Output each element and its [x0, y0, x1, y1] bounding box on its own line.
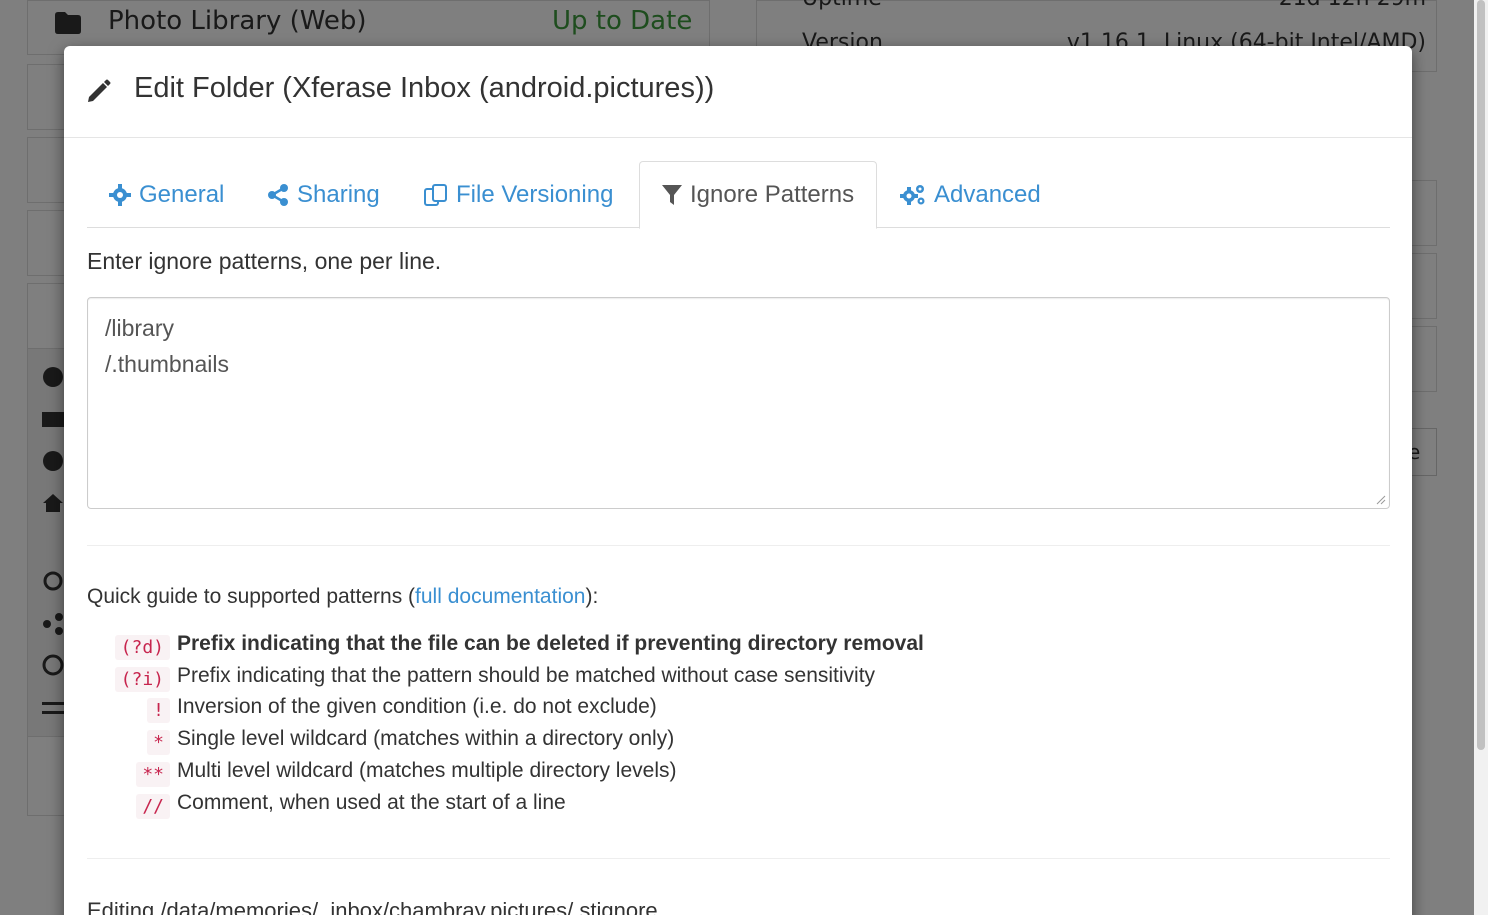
- pattern-code: !: [147, 698, 170, 723]
- guide-intro: Quick guide to supported patterns (full …: [87, 585, 598, 609]
- tab-general[interactable]: General: [87, 161, 246, 228]
- divider: [87, 545, 1390, 546]
- full-documentation-link[interactable]: full documentation: [415, 585, 585, 608]
- guide-row: // Comment, when used at the start of a …: [87, 791, 987, 823]
- gear-icon: [109, 183, 131, 206]
- tab-advanced[interactable]: Advanced: [878, 161, 1063, 228]
- guide-row: (?i) Prefix indicating that the pattern …: [87, 664, 987, 696]
- pattern-line: /.thumbnails: [105, 351, 230, 377]
- editing-file-path: Editing /data/memories/_inbox/chambray.p…: [87, 898, 658, 915]
- pattern-line: /library: [105, 315, 175, 341]
- tab-ignore-patterns[interactable]: Ignore Patterns: [639, 161, 878, 229]
- tab-sharing[interactable]: Sharing: [245, 161, 402, 228]
- pattern-code: **: [136, 762, 170, 787]
- gears-icon: [900, 184, 925, 205]
- scrollbar-thumb[interactable]: [1477, 0, 1485, 750]
- pattern-code: (?d): [114, 635, 170, 660]
- guide-row: ** Multi level wildcard (matches multipl…: [87, 759, 987, 791]
- tab-file-versioning-label: File Versioning: [456, 180, 614, 208]
- pattern-code: *: [147, 730, 170, 755]
- tab-bar: General Sharing File Versioning Ignore P…: [87, 161, 1390, 229]
- share-icon: [268, 183, 288, 206]
- tab-file-versioning[interactable]: File Versioning: [402, 161, 635, 228]
- resize-grip-icon[interactable]: [1376, 495, 1386, 505]
- page-scrollbar[interactable]: [1474, 0, 1488, 915]
- guide-row: (?d) Prefix indicating that the file can…: [87, 632, 987, 664]
- pattern-description: Prefix indicating that the file can be d…: [177, 632, 924, 655]
- guide-row: * Single level wildcard (matches within …: [87, 727, 987, 759]
- pattern-description: Comment, when used at the start of a lin…: [177, 791, 566, 814]
- filter-icon: [662, 185, 682, 205]
- tab-ignore-patterns-label: Ignore Patterns: [690, 181, 855, 208]
- guide-intro-prefix: Quick guide to supported patterns (: [87, 585, 416, 608]
- edit-folder-modal: Edit Folder (Xferase Inbox (android.pict…: [64, 46, 1412, 915]
- pattern-code: //: [136, 794, 170, 819]
- guide-intro-suffix: ):: [585, 585, 599, 608]
- pattern-description: Multi level wildcard (matches multiple d…: [177, 759, 677, 782]
- pattern-code: (?i): [114, 667, 170, 692]
- ignore-instruction: Enter ignore patterns, one per line.: [87, 248, 442, 274]
- tab-general-label: General: [139, 180, 225, 208]
- copy-icon: [424, 183, 447, 206]
- modal-title: Edit Folder (Xferase Inbox (android.pict…: [134, 72, 715, 104]
- guide-row: ! Inversion of the given condition (i.e.…: [87, 695, 987, 727]
- pattern-description: Inversion of the given condition (i.e. d…: [177, 695, 657, 718]
- pencil-icon: [88, 79, 111, 102]
- tab-advanced-label: Advanced: [934, 180, 1041, 208]
- modal-header: Edit Folder (Xferase Inbox (android.pict…: [64, 46, 1412, 138]
- tab-sharing-label: Sharing: [297, 180, 380, 208]
- pattern-description: Prefix indicating that the pattern shoul…: [177, 664, 876, 687]
- divider: [87, 858, 1390, 859]
- pattern-description: Single level wildcard (matches within a …: [177, 727, 675, 750]
- ignore-patterns-textarea[interactable]: /library /.thumbnails: [87, 297, 1390, 509]
